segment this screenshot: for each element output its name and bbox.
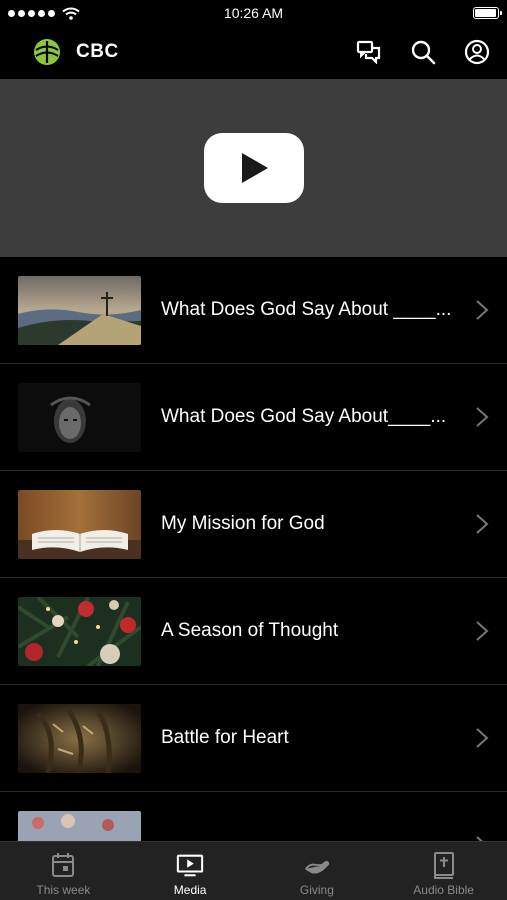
sermon-thumbnail: [18, 382, 141, 452]
media-list-item[interactable]: What Does God Say About____...: [0, 364, 507, 471]
sermon-thumbnail: [18, 489, 141, 559]
tab-label: Media: [173, 883, 207, 897]
video-player[interactable]: [0, 79, 507, 257]
chevron-right-icon: [476, 407, 489, 427]
tab-label: Audio Bible: [413, 883, 474, 897]
calendar-icon: [49, 851, 77, 879]
media-list-item[interactable]: Battle for Heart: [0, 685, 507, 792]
chevron-right-icon: [476, 300, 489, 320]
app-header: CBC: [0, 26, 507, 78]
chevron-right-icon: [476, 728, 489, 748]
tab-media[interactable]: Media: [127, 842, 254, 900]
search-icon[interactable]: [409, 38, 437, 66]
cbc-logo-icon[interactable]: [32, 37, 62, 67]
giving-hand-icon: [303, 851, 331, 879]
media-title: Battle for Heart: [161, 727, 289, 748]
media-title: What Does God Say About ____...: [161, 299, 452, 320]
media-title: What Does God Say About____...: [161, 406, 447, 427]
profile-icon[interactable]: [463, 38, 491, 66]
battery-icon: [473, 7, 502, 19]
tab-audio-bible[interactable]: Audio Bible: [380, 842, 507, 900]
media-list: What Does God Say About ____... What Doe…: [0, 257, 507, 899]
chevron-right-icon: [476, 514, 489, 534]
media-play-icon: [176, 851, 204, 879]
tab-giving[interactable]: Giving: [254, 842, 381, 900]
app-title: CBC: [76, 41, 119, 62]
sermon-thumbnail: [18, 275, 141, 345]
status-time: 10:26 AM: [223, 5, 284, 21]
media-list-item[interactable]: My Mission for God: [0, 471, 507, 578]
media-list-item[interactable]: A Season of Thought: [0, 578, 507, 685]
bible-icon: [430, 851, 458, 879]
tab-this-week[interactable]: This week: [0, 842, 127, 900]
sermon-thumbnail: [18, 703, 141, 773]
chat-icon[interactable]: [355, 38, 383, 66]
chevron-right-icon: [476, 621, 489, 641]
youtube-play-icon[interactable]: [203, 133, 304, 203]
media-list-item[interactable]: What Does God Say About ____...: [0, 257, 507, 364]
media-title: A Season of Thought: [161, 620, 339, 641]
tab-bar: This week Media Giving Audio Bible: [0, 841, 507, 900]
tab-label: Giving: [299, 883, 334, 897]
status-bar: 10:26 AM: [0, 0, 507, 26]
sermon-thumbnail: [18, 596, 141, 666]
tab-label: This week: [36, 883, 91, 897]
media-title: My Mission for God: [161, 513, 325, 534]
